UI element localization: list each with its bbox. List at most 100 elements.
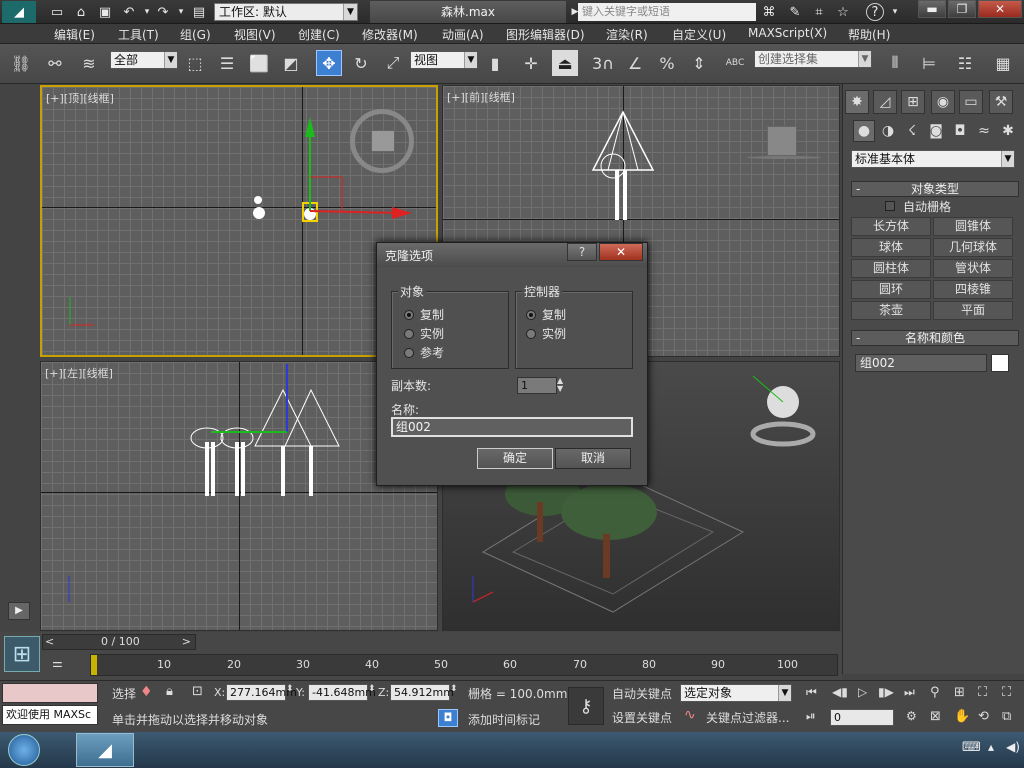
current-frame-field[interactable]: 0: [830, 709, 894, 726]
rotate-icon[interactable]: ↻: [348, 50, 374, 76]
tag-icon[interactable]: ⌗: [810, 3, 828, 21]
cancel-button[interactable]: 取消: [555, 448, 631, 469]
volume-icon[interactable]: ◀): [1006, 740, 1020, 754]
ok-button[interactable]: 确定: [477, 448, 553, 469]
bind-spacewarp-icon[interactable]: ≋: [76, 50, 102, 76]
pan-icon[interactable]: ✋: [954, 709, 970, 724]
auto-key-button[interactable]: 自动关键点: [612, 685, 672, 702]
help-button[interactable]: ?: [567, 243, 597, 261]
add-time-tag-label[interactable]: 添加时间标记: [468, 711, 540, 728]
object-name-field[interactable]: 组002: [855, 354, 987, 372]
play-icon[interactable]: ▷: [858, 685, 867, 699]
menu-create[interactable]: 创建(C): [298, 26, 340, 43]
torus-button[interactable]: 圆环: [851, 280, 931, 299]
field-of-view-icon[interactable]: ⊠: [930, 709, 941, 724]
time-config-icon[interactable]: ⚙: [906, 709, 917, 723]
menu-group[interactable]: 组(G): [180, 26, 211, 43]
time-slider[interactable]: < 0 / 100 >: [42, 634, 196, 650]
menu-tools[interactable]: 工具(T): [118, 26, 159, 43]
reference-coord-dropdown[interactable]: 视图 ▼: [410, 51, 478, 69]
zoom-extents-all-icon[interactable]: ⛶: [1002, 685, 1011, 700]
select-by-name-icon[interactable]: ☰: [214, 50, 240, 76]
spinner-snap-icon[interactable]: ⇕: [686, 50, 712, 76]
workspace-dropdown[interactable]: 工作区: 默认 ▼: [214, 3, 358, 21]
track-bar[interactable]: 10 20 30 40 50 60 70 80 90 100: [90, 654, 838, 676]
modify-tab-icon[interactable]: ◿: [873, 90, 897, 114]
pyramid-button[interactable]: 四棱锥: [933, 280, 1013, 299]
named-selection-dropdown[interactable]: 创建选择集 ▼: [754, 50, 872, 68]
menu-animation[interactable]: 动画(A): [442, 26, 484, 43]
create-tab-icon[interactable]: ✸: [845, 90, 869, 114]
next-frame-icon[interactable]: ▮▶: [878, 685, 894, 699]
name-color-rollout[interactable]: - 名称和颜色: [851, 330, 1019, 346]
systems-icon[interactable]: ✱: [997, 120, 1019, 142]
z-coordinate-field[interactable]: 54.912mm: [390, 684, 454, 701]
viewport-layouts-icon[interactable]: ⊞: [4, 636, 40, 672]
helpers-icon[interactable]: ◘: [949, 120, 971, 142]
menu-edit[interactable]: 编辑(E): [54, 26, 95, 43]
close-button[interactable]: ✕: [978, 0, 1022, 18]
utilities-tab-icon[interactable]: ⚒: [989, 90, 1013, 114]
tools-icon[interactable]: ✎: [786, 3, 804, 21]
orbit-icon[interactable]: ⟲: [978, 709, 989, 724]
add-time-tag-icon[interactable]: ◘: [438, 709, 458, 727]
spacewarps-icon[interactable]: ≈: [973, 120, 995, 142]
menu-modifiers[interactable]: 修改器(M): [362, 26, 418, 43]
redo-icon[interactable]: ↷: [154, 3, 172, 21]
object-color-swatch[interactable]: [991, 354, 1009, 372]
maximize-button[interactable]: ❐: [948, 0, 976, 18]
goto-end-icon[interactable]: ⏭: [904, 685, 915, 700]
geosphere-button[interactable]: 几何球体: [933, 238, 1013, 257]
cameras-icon[interactable]: ◙: [925, 120, 947, 142]
isolate-icon[interactable]: ♦: [140, 684, 153, 700]
time-slider-prev-icon[interactable]: <: [45, 635, 54, 648]
copies-field[interactable]: 1: [517, 377, 557, 394]
tube-button[interactable]: 管状体: [933, 259, 1013, 278]
angle-snap-icon[interactable]: ∠: [622, 50, 648, 76]
set-key-button[interactable]: 设置关键点: [612, 709, 672, 726]
undo-icon[interactable]: ↶: [120, 3, 138, 21]
object-instance-radio[interactable]: [404, 329, 414, 339]
rect-selection-icon[interactable]: ⬜: [246, 50, 272, 76]
manipulate-icon[interactable]: ✛: [518, 50, 544, 76]
copies-spinner-icon[interactable]: ▲ ▼: [557, 377, 567, 394]
hierarchy-tab-icon[interactable]: ⊞: [901, 90, 925, 114]
zoom-extents-icon[interactable]: ⛶: [978, 685, 987, 700]
keyboard-shortcut-override-icon[interactable]: ⏏: [552, 50, 578, 76]
align-icon[interactable]: ⊨: [916, 50, 942, 76]
cone-button[interactable]: 圆锥体: [933, 217, 1013, 236]
binoculars-icon[interactable]: ⌘: [760, 3, 778, 21]
prev-frame-icon[interactable]: ◀▮: [832, 685, 848, 699]
shapes-icon[interactable]: ◑: [877, 120, 899, 142]
geometry-icon[interactable]: ●: [853, 120, 875, 142]
x-spinner-icon[interactable]: ⬍: [286, 684, 294, 694]
object-type-rollout[interactable]: - 对象类型: [851, 181, 1019, 197]
maxscript-listener-field[interactable]: 欢迎使用 MAXSc: [2, 705, 98, 725]
select-object-icon[interactable]: ⬚: [182, 50, 208, 76]
pivot-center-icon[interactable]: ▮: [482, 50, 508, 76]
time-marker[interactable]: [91, 655, 97, 675]
menu-graph-editors[interactable]: 图形编辑器(D): [506, 26, 585, 43]
curve-icon[interactable]: ∿: [684, 707, 696, 723]
key-mode-toggle-icon[interactable]: ⏯: [806, 709, 816, 724]
display-tab-icon[interactable]: ▭: [959, 90, 983, 114]
name-input[interactable]: 组002: [391, 417, 633, 437]
key-icon[interactable]: ⚷: [568, 687, 604, 725]
maximize-viewport-icon[interactable]: ⧉: [1002, 709, 1011, 724]
start-button-icon[interactable]: [8, 734, 40, 766]
object-reference-radio[interactable]: [404, 348, 414, 358]
mirror-icon[interactable]: ⫴: [882, 50, 908, 76]
z-spinner-icon[interactable]: ⬍: [450, 684, 458, 694]
x-coordinate-field[interactable]: 277.164mm: [226, 684, 297, 701]
y-spinner-icon[interactable]: ⬍: [368, 684, 376, 694]
category-dropdown[interactable]: 标准基本体 ▼: [851, 150, 1015, 168]
app-logo-icon[interactable]: ◢: [2, 1, 36, 23]
layer-manager-icon[interactable]: ☷: [952, 50, 978, 76]
plane-button[interactable]: 平面: [933, 301, 1013, 320]
help-dropdown-icon[interactable]: ▾: [886, 3, 904, 21]
move-icon[interactable]: ✥: [316, 50, 342, 76]
goto-start-icon[interactable]: ⏮: [806, 685, 817, 700]
time-slider-next-icon[interactable]: >: [182, 635, 191, 648]
link-icon[interactable]: ⛓: [8, 50, 34, 76]
maxscript-mini-listener-pink[interactable]: [2, 683, 98, 703]
